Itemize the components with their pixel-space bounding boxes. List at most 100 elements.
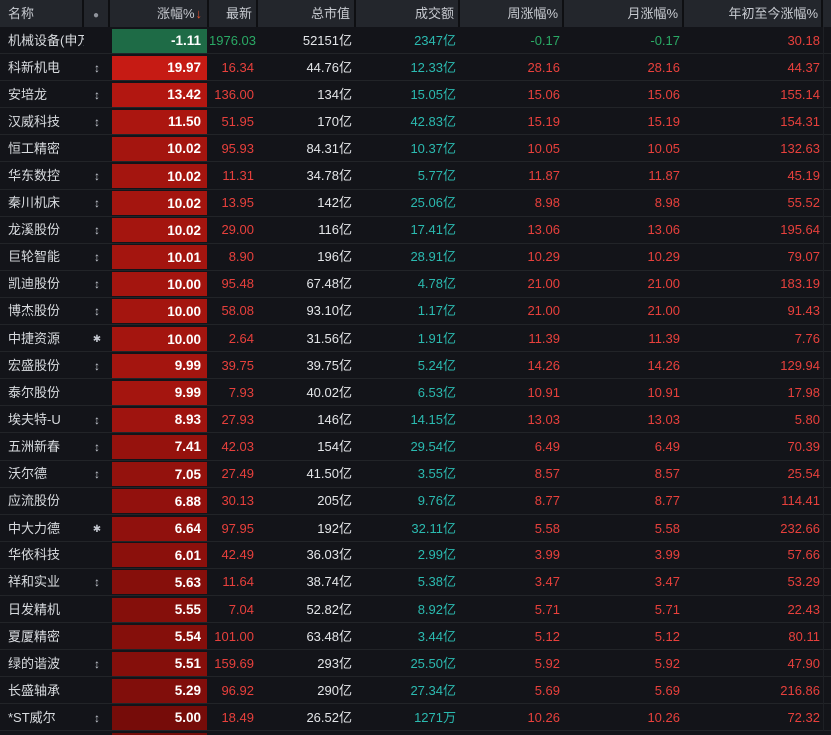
scrollbar-gutter[interactable] xyxy=(823,379,831,406)
market-cap: 84.31亿 xyxy=(258,136,356,162)
change-bar-cell: 10.00 xyxy=(110,325,209,353)
table-row[interactable]: 凯迪股份↕10.0095.4867.48亿4.78亿21.0021.00183.… xyxy=(0,271,831,298)
table-row[interactable]: 安培龙↕13.42136.00134亿15.05亿15.0615.06155.1… xyxy=(0,81,831,108)
table-row[interactable]: 秦川机床↕10.0213.95142亿25.06亿8.988.9855.52 xyxy=(0,190,831,217)
turnover: 14.15亿 xyxy=(356,407,460,433)
table-row[interactable]: 日发精机5.557.0452.82亿8.92亿5.715.7122.43 xyxy=(0,596,831,623)
updown-arrow-icon: ↕ xyxy=(84,217,110,243)
change-bar-cell: 13.42 xyxy=(110,81,209,108)
table-row[interactable]: 应流股份6.8830.13205亿9.76亿8.778.77114.41 xyxy=(0,488,831,515)
scrollbar-gutter[interactable] xyxy=(823,298,831,325)
table-row-partial[interactable] xyxy=(0,731,831,735)
scrollbar-gutter[interactable] xyxy=(823,352,831,379)
col-header-mktcap[interactable]: 总市值 xyxy=(258,0,356,27)
table-row[interactable]: 绿的谐波↕5.51159.69293亿25.50亿5.925.9247.90 xyxy=(0,650,831,677)
index-row[interactable]: 机械设备(申万-1.111976.0352151亿2347亿-0.17-0.17… xyxy=(0,27,831,54)
scrollbar-gutter[interactable] xyxy=(823,461,831,488)
scrollbar-gutter[interactable] xyxy=(823,650,831,677)
latest-price: 101.00 xyxy=(209,624,258,650)
scrollbar-gutter[interactable] xyxy=(823,54,831,81)
scrollbar-gutter[interactable] xyxy=(823,325,831,353)
ytd-change: 232.66 xyxy=(684,516,823,542)
scrollbar-gutter[interactable] xyxy=(823,81,831,108)
month-change: 5.12 xyxy=(564,624,684,650)
table-row[interactable]: 恒工精密10.0295.9384.31亿10.37亿10.0510.05132.… xyxy=(0,135,831,162)
scrollbar-gutter[interactable] xyxy=(823,108,831,135)
table-row[interactable]: 五洲新春↕7.4142.03154亿29.54亿6.496.4970.39 xyxy=(0,433,831,460)
stock-name: 博杰股份 xyxy=(0,298,84,324)
ytd-change: 183.19 xyxy=(684,271,823,297)
col-header-name[interactable]: 名称 xyxy=(0,0,84,27)
updown-arrow-icon: ↕ xyxy=(84,434,110,460)
table-row[interactable]: 长盛轴承5.2996.92290亿27.34亿5.695.69216.86 xyxy=(0,677,831,704)
scrollbar-gutter[interactable] xyxy=(823,542,831,569)
table-row[interactable]: 夏厦精密5.54101.0063.48亿3.44亿5.125.1280.11 xyxy=(0,623,831,650)
scrollbar-gutter[interactable] xyxy=(823,569,831,596)
scrollbar-gutter[interactable] xyxy=(823,433,831,460)
change-bar-cell: 11.50 xyxy=(110,108,209,135)
scrollbar-gutter[interactable] xyxy=(823,162,831,189)
stock-name-label: 巨轮智能 xyxy=(8,244,60,270)
change-bar-cell: 10.00 xyxy=(110,271,209,298)
col-header-month[interactable]: 月涨幅% xyxy=(564,0,684,27)
scrollbar-gutter[interactable] xyxy=(823,677,831,704)
table-row[interactable]: 华东数控↕10.0211.3134.78亿5.77亿11.8711.8745.1… xyxy=(0,162,831,189)
table-row[interactable]: 埃夫特-U↕8.9327.93146亿14.15亿13.0313.035.80 xyxy=(0,406,831,433)
table-row[interactable]: 宏盛股份↕9.9939.7539.75亿5.24亿14.2614.26129.9… xyxy=(0,352,831,379)
scrollbar-gutter[interactable] xyxy=(823,515,831,543)
change-bar-cell: 5.55 xyxy=(110,596,209,623)
market-cap: 142亿 xyxy=(258,190,356,216)
scrollbar-gutter[interactable] xyxy=(823,704,831,731)
table-row[interactable]: 巨轮智能↕10.018.90196亿28.91亿10.2910.2979.07 xyxy=(0,244,831,271)
week-change: 21.00 xyxy=(460,298,564,324)
market-cap: 40.02亿 xyxy=(258,380,356,406)
change-percent-bar: 6.64 xyxy=(112,517,207,541)
scrollbar-gutter[interactable] xyxy=(823,488,831,515)
stock-name: *ST威尔 xyxy=(0,705,84,731)
table-row[interactable]: 祥和实业↕5.6311.6438.74亿5.38亿3.473.4753.29 xyxy=(0,569,831,596)
week-change: 15.06 xyxy=(460,82,564,108)
stock-name-label: 宏盛股份 xyxy=(8,353,60,379)
col-header-turnover[interactable]: 成交额 xyxy=(356,0,460,27)
ytd-change: 25.54 xyxy=(684,461,823,487)
scrollbar-gutter[interactable] xyxy=(823,27,831,54)
table-row[interactable]: 泰尔股份9.997.9340.02亿6.53亿10.9110.9117.98 xyxy=(0,379,831,406)
turnover: 15.05亿 xyxy=(356,82,460,108)
table-row[interactable]: 汉威科技↕11.5051.95170亿42.83亿15.1915.19154.3… xyxy=(0,108,831,135)
stock-name: 汉威科技 xyxy=(0,109,84,135)
market-cap: 154亿 xyxy=(258,434,356,460)
change-percent-bar: 10.00 xyxy=(112,272,207,296)
scrollbar-gutter[interactable] xyxy=(823,406,831,433)
month-change: 10.26 xyxy=(564,705,684,731)
header-scrollbar-gutter xyxy=(823,0,831,27)
table-row[interactable]: 中捷资源✱10.002.6431.56亿1.91亿11.3911.397.76 xyxy=(0,325,831,352)
week-change: 11.87 xyxy=(460,163,564,189)
table-row[interactable]: 沃尔德↕7.0527.4941.50亿3.55亿8.578.5725.54 xyxy=(0,461,831,488)
col-header-ytd[interactable]: 年初至今涨幅% xyxy=(684,0,823,27)
scrollbar-gutter[interactable] xyxy=(823,623,831,650)
col-header-marker[interactable]: ● xyxy=(84,0,110,27)
scrollbar-gutter[interactable] xyxy=(823,596,831,623)
col-header-change[interactable]: 涨幅%↓ xyxy=(110,0,209,27)
stock-name: 科新机电 xyxy=(0,55,84,81)
scrollbar-gutter[interactable] xyxy=(823,217,831,244)
table-row[interactable]: *ST威尔↕5.0018.4926.52亿1271万10.2610.2672.3… xyxy=(0,704,831,731)
change-percent-bar: 7.05 xyxy=(112,462,207,486)
scrollbar-gutter[interactable] xyxy=(823,190,831,217)
scrollbar-gutter[interactable] xyxy=(823,244,831,271)
table-row[interactable]: 中大力德✱6.6497.95192亿32.11亿5.585.58232.66 xyxy=(0,515,831,542)
table-row[interactable]: 龙溪股份↕10.0229.00116亿17.41亿13.0613.06195.6… xyxy=(0,217,831,244)
change-bar-cell: -1.11 xyxy=(110,27,209,54)
table-row[interactable]: 科新机电↕19.9716.3444.76亿12.33亿28.1628.1644.… xyxy=(0,54,831,81)
scrollbar-gutter[interactable] xyxy=(823,271,831,298)
turnover: 29.54亿 xyxy=(356,434,460,460)
table-row[interactable]: 华依科技6.0142.4936.03亿2.99亿3.993.9957.66 xyxy=(0,542,831,569)
stock-name-label: 泰尔股份 xyxy=(8,380,60,406)
col-header-latest[interactable]: 最新 xyxy=(209,0,258,27)
col-header-week[interactable]: 周涨幅% xyxy=(460,0,564,27)
table-row[interactable]: 博杰股份↕10.0058.0893.10亿1.17亿21.0021.0091.4… xyxy=(0,298,831,325)
stock-name: 绿的谐波 xyxy=(0,651,84,677)
ytd-change: 154.31 xyxy=(684,109,823,135)
scrollbar-gutter[interactable] xyxy=(823,135,831,162)
latest-price: 18.49 xyxy=(209,705,258,731)
